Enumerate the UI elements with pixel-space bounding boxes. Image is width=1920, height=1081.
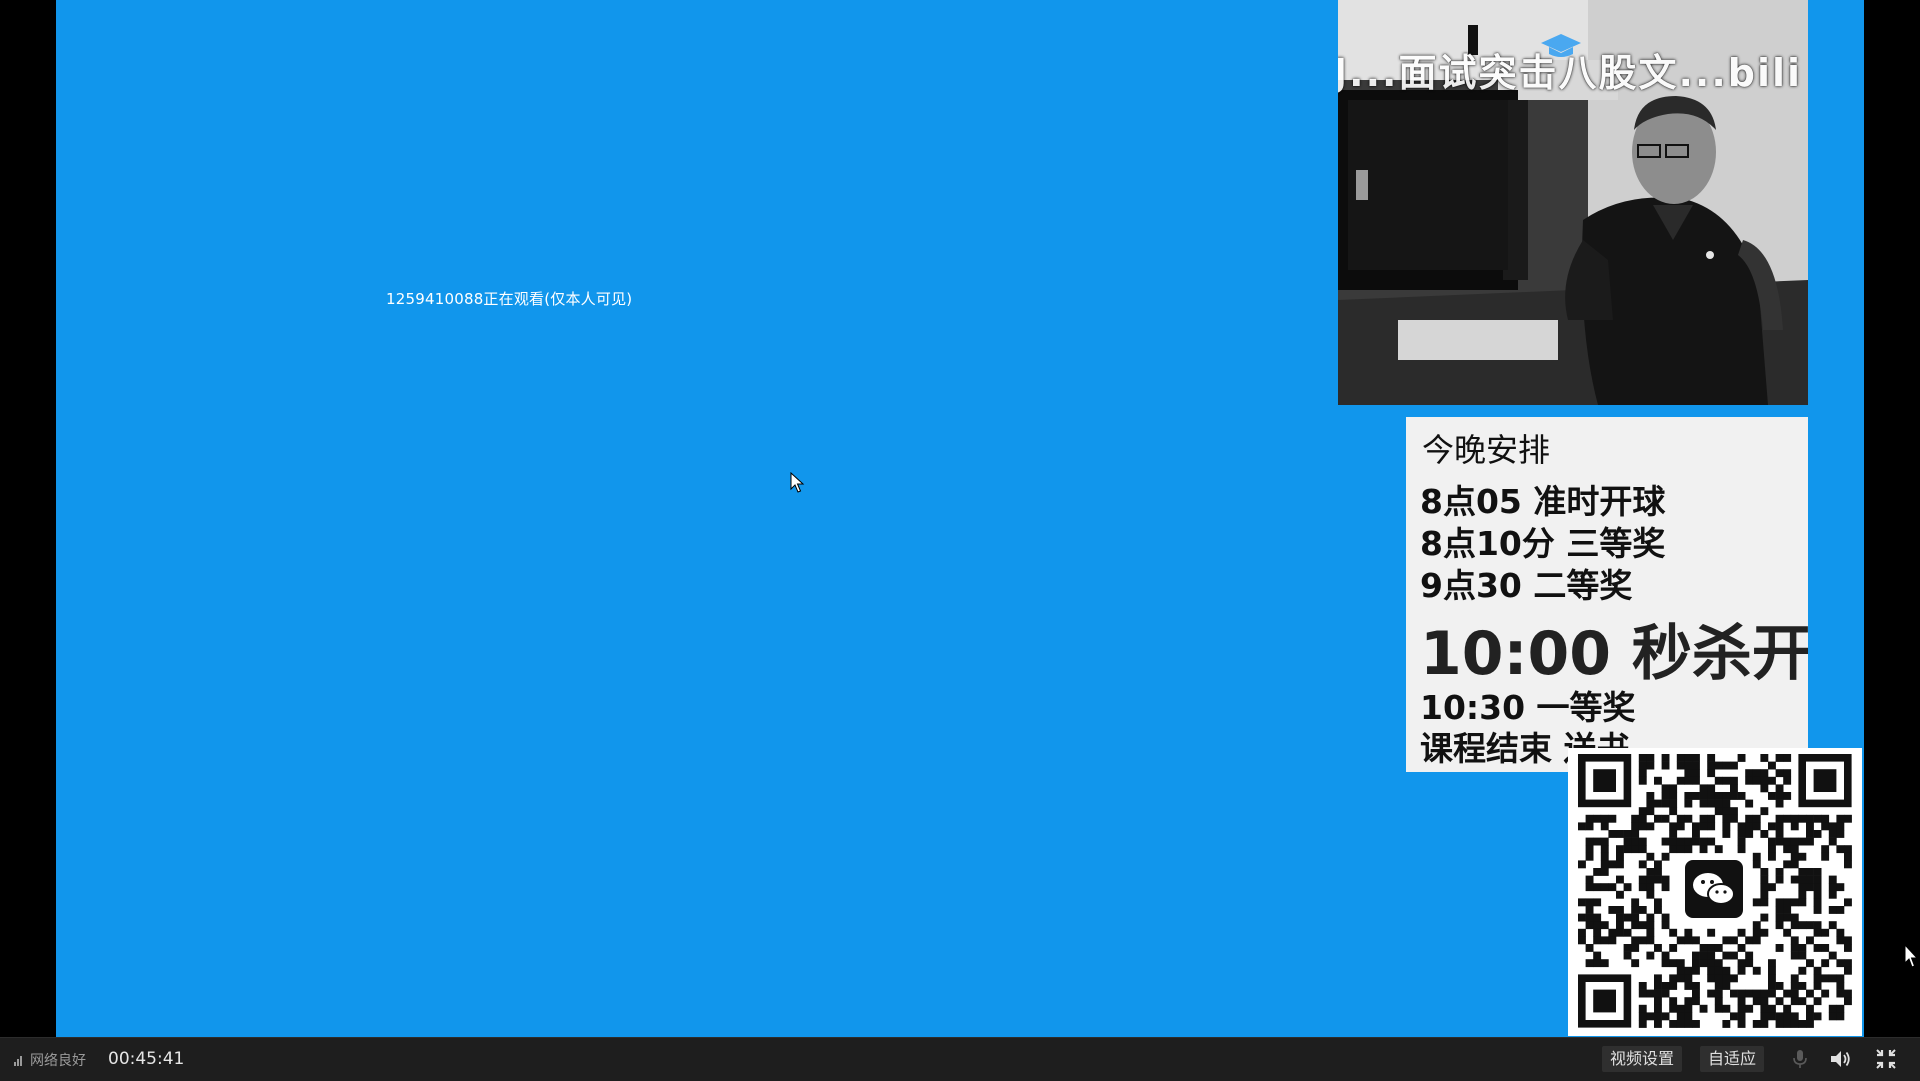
watch-notice: 1259410088正在观看(仅本人可见) bbox=[386, 290, 633, 308]
schedule-title: 今晚安排 bbox=[1422, 431, 1551, 469]
schedule-panel: 今晚安排 8点05 准时开球 8点10分 三等奖 9点30 二等奖 10:00 … bbox=[1406, 417, 1808, 772]
qr-code bbox=[1568, 748, 1862, 1036]
schedule-line: 9点30 二等奖 bbox=[1420, 566, 1633, 605]
network-status: 网络良好 bbox=[14, 1050, 86, 1070]
video-settings-button[interactable]: 视频设置 bbox=[1602, 1046, 1683, 1072]
elapsed-time: 00:45:41 bbox=[108, 1049, 185, 1069]
wechat-icon bbox=[1681, 856, 1747, 922]
microphone-icon[interactable] bbox=[1788, 1047, 1812, 1071]
exit-fullscreen-icon[interactable] bbox=[1874, 1047, 1898, 1071]
schedule-line-highlight: 10:00 秒杀开始 bbox=[1420, 619, 1808, 689]
schedule-line: 8点05 准时开球 bbox=[1420, 482, 1666, 521]
player-control-bar: 网络良好 00:45:41 视频设置 自适应 bbox=[0, 1037, 1920, 1081]
graduation-cap-icon bbox=[1541, 34, 1581, 57]
left-letterbox bbox=[0, 0, 56, 1037]
adaptive-button[interactable]: 自适应 bbox=[1700, 1046, 1765, 1072]
network-status-label: 网络良好 bbox=[30, 1053, 86, 1069]
webcam-feed: J...面试突击八股文...bili bbox=[1338, 0, 1808, 405]
mouse-cursor-icon bbox=[790, 472, 805, 493]
player-window: 1259410088正在观看(仅本人可见) J...面试突击八股文...bili… bbox=[0, 0, 1920, 1081]
mouse-cursor-icon bbox=[1904, 944, 1919, 968]
signal-icon bbox=[14, 1056, 22, 1066]
volume-icon[interactable] bbox=[1828, 1047, 1852, 1071]
schedule-line: 8点10分 三等奖 bbox=[1420, 524, 1666, 563]
